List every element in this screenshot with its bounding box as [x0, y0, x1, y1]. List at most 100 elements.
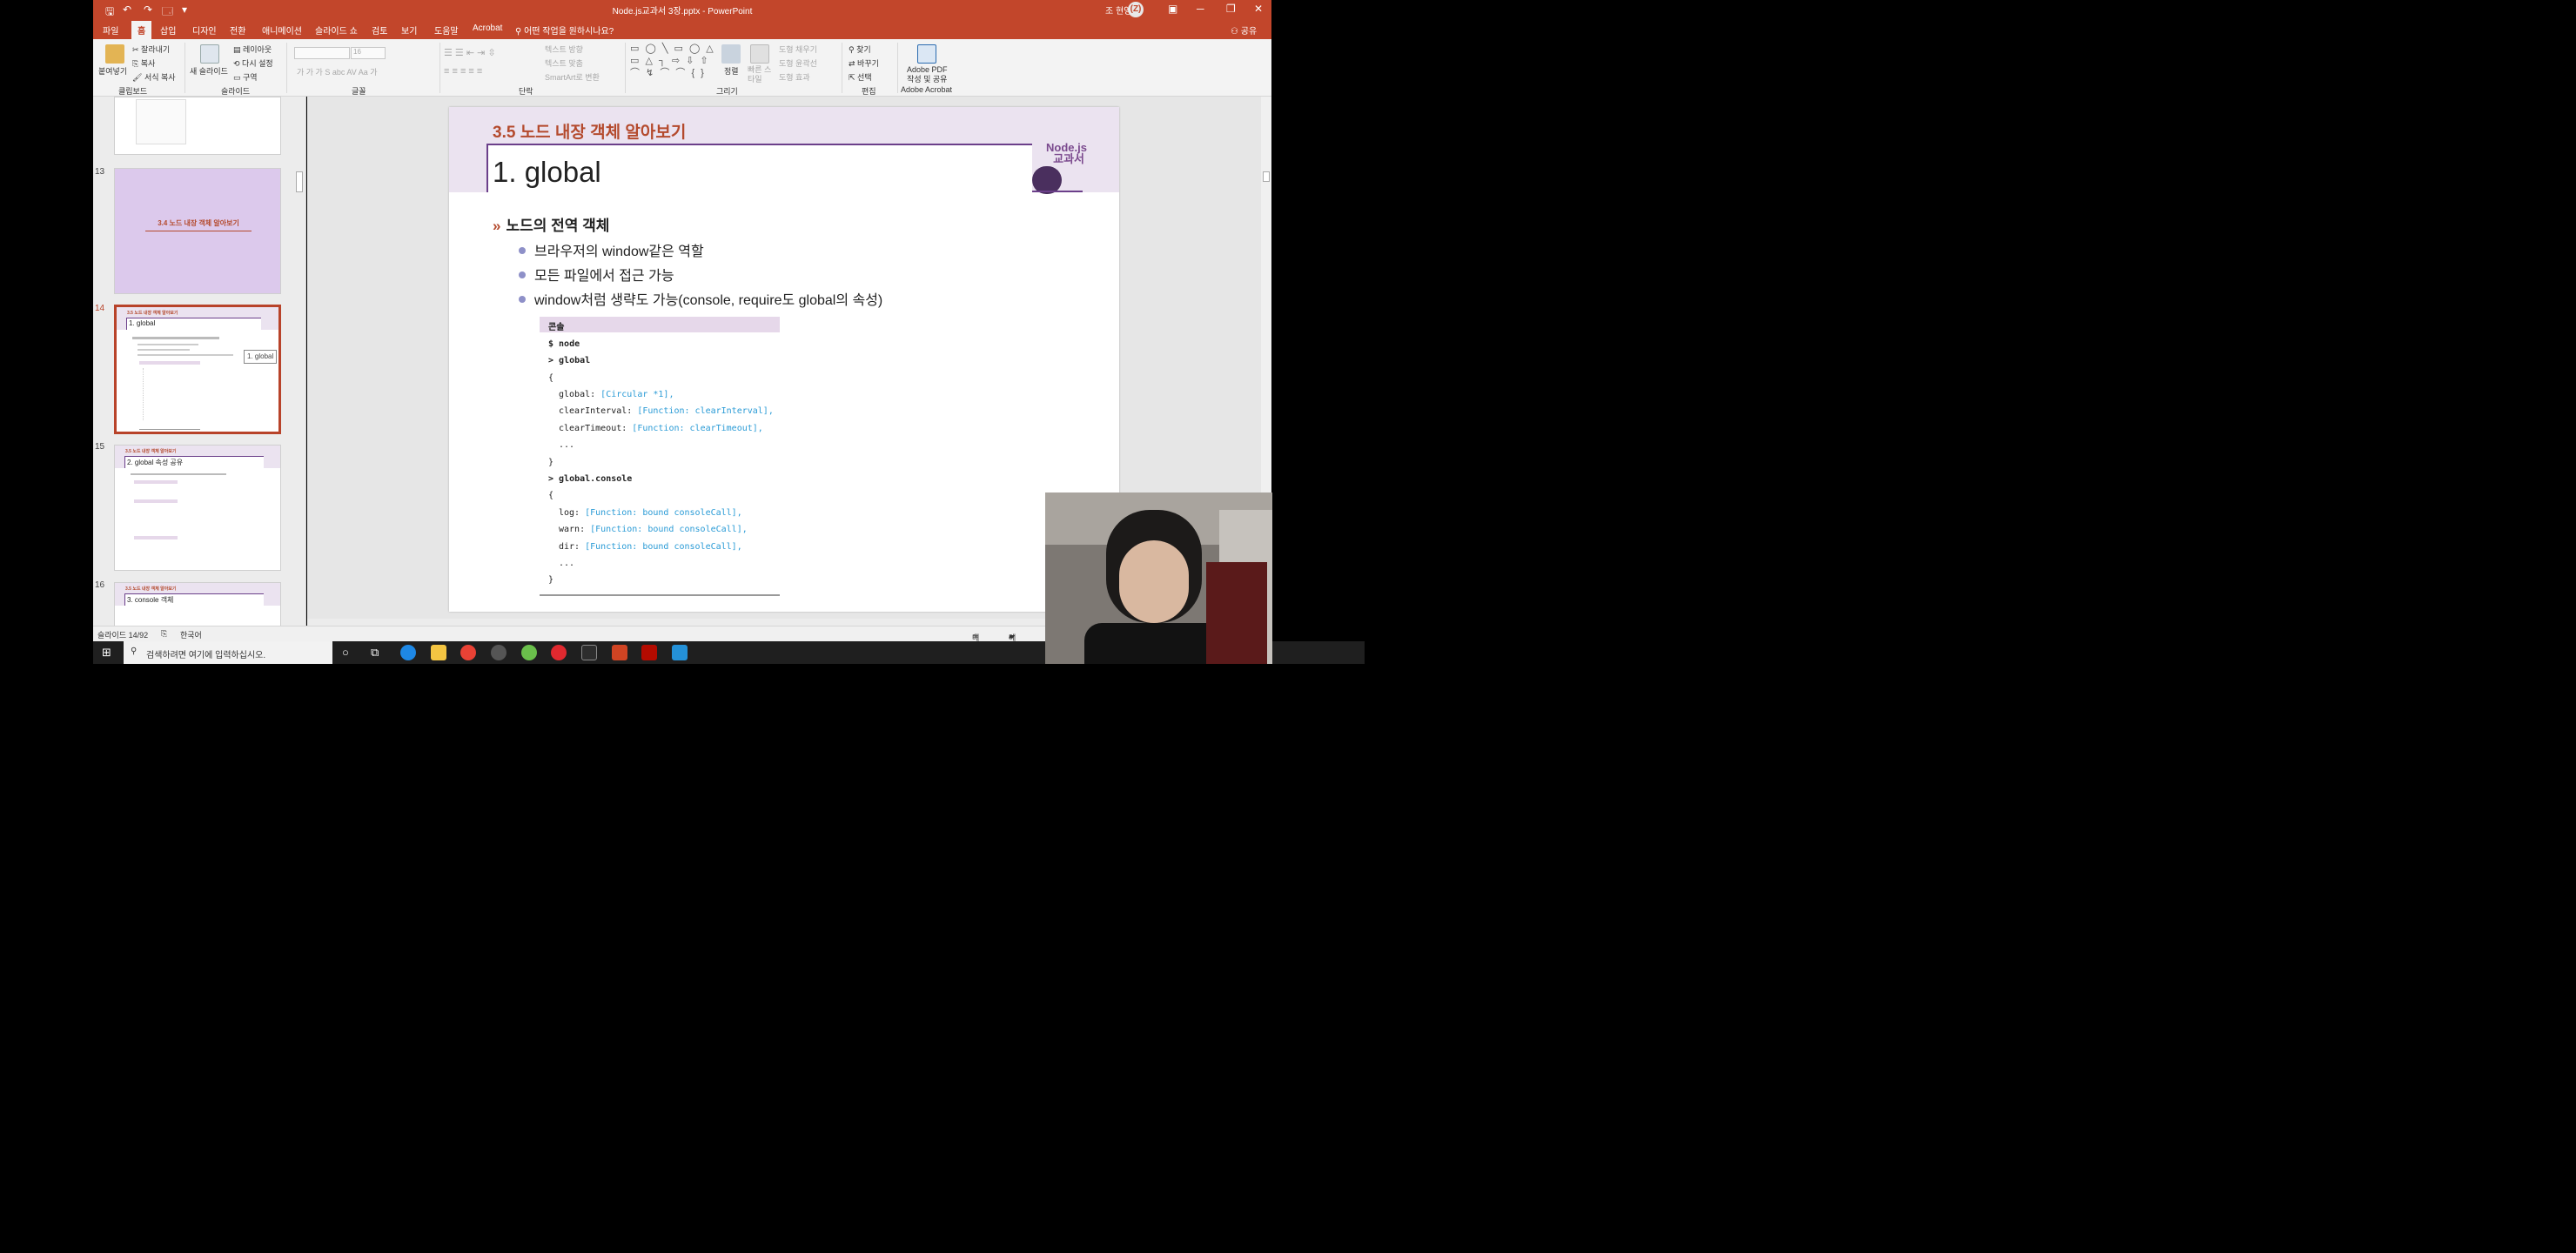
find-button[interactable]: ⚲ 찾기	[849, 44, 871, 55]
thumbnail-console-body	[143, 368, 186, 420]
taskbar-search-box[interactable]: ⚲ 검색하려면 여기에 입력하십시오.	[124, 641, 332, 664]
slide-canvas[interactable]: 3.5 노드 내장 객체 알아보기 1. global Node.js 교과서 …	[449, 107, 1119, 612]
code-line: warn: [Function: bound consoleCall],	[559, 525, 748, 534]
tab-file[interactable]: 파일	[103, 23, 118, 37]
quick-styles-button[interactable]: 빠른 스타일	[748, 65, 772, 84]
arrange-icon[interactable]	[721, 44, 741, 64]
slide-thumbnail-13[interactable]: 3.4 노드 내장 객체 알아보기	[114, 168, 281, 294]
format-painter-button[interactable]: 🖌 서식 복사	[132, 71, 176, 83]
align-buttons[interactable]: ≡ ≡ ≡ ≡ ≡	[444, 66, 482, 77]
bullet-item[interactable]: window처럼 생략도 가능(console, require도 global…	[519, 288, 882, 309]
thumbnail-section: 3.5 노드 내장 객체 알아보기	[125, 449, 177, 454]
align-text-button[interactable]: 텍스트 맞춤	[545, 57, 583, 69]
webcam-chair	[1206, 562, 1267, 664]
select-button[interactable]: ⇱ 선택	[849, 71, 872, 83]
bullet-dot-icon	[519, 296, 526, 303]
cut-button[interactable]: ✂ 잘라내기	[132, 44, 170, 55]
group-label-paragraph: 단락	[519, 87, 533, 96]
code-line: ...	[559, 440, 575, 450]
tab-design[interactable]: 디자인	[192, 23, 217, 37]
language-indicator[interactable]: 한국어	[180, 629, 202, 640]
shape-effects-button[interactable]: 도형 효과	[779, 71, 810, 83]
code-line: dir: [Function: bound consoleCall],	[559, 542, 742, 552]
thumbnail-title: 2. global 속성 공유	[127, 459, 184, 466]
console-code-block[interactable]: $ node > global { global: [Circular *1],…	[540, 332, 780, 596]
tab-animations[interactable]: 애니메이션	[262, 23, 302, 37]
new-slide-button[interactable]: 새 슬라이드	[190, 65, 228, 77]
avatar[interactable]: (Z)	[1128, 2, 1144, 17]
slide-number: 14	[95, 304, 105, 313]
font-family-combo[interactable]	[294, 47, 350, 59]
task-view-icon[interactable]: ⧉	[371, 646, 379, 660]
slide-thumbnail-15[interactable]: 3.5 노드 내장 객체 알아보기 2. global 속성 공유	[114, 445, 281, 571]
thumbnail-text-line	[138, 354, 233, 356]
edge-icon[interactable]	[400, 645, 416, 660]
app-icon[interactable]	[521, 645, 537, 660]
cursor-icon: ⇱	[849, 73, 858, 82]
replace-button[interactable]: ⇄ 바꾸기	[849, 57, 879, 69]
tab-help[interactable]: 도움말	[434, 23, 459, 37]
tab-home[interactable]: 홈	[131, 21, 152, 39]
webstorm-icon[interactable]	[581, 645, 597, 660]
scrollbar-thumb[interactable]	[1263, 171, 1270, 182]
slide-counter: 슬라이드 14/92	[97, 631, 149, 640]
restore-button[interactable]: ❐	[1226, 3, 1236, 15]
vscode-icon[interactable]	[672, 645, 688, 660]
slide-title[interactable]: 1. global	[493, 156, 601, 189]
obs-icon[interactable]	[491, 645, 506, 660]
shapes-gallery[interactable]: ▭ ◯ ╲ ▭ ◯ △ ▭ △ ┐ ⇨ ⇩ ⇧ ⌒ ↯ ⌒ ⌒ { }	[630, 43, 717, 83]
file-explorer-icon[interactable]	[431, 645, 446, 660]
text-direction-button[interactable]: 텍스트 방향	[545, 44, 583, 55]
copy-button[interactable]: ⎘ 복사	[132, 57, 155, 69]
windows-start-icon[interactable]: ⊞	[102, 646, 111, 660]
scrollbar-thumb[interactable]	[296, 171, 303, 192]
tell-me-search[interactable]: ⚲ 어떤 작업을 원하시나요?	[515, 23, 614, 37]
acrobat-icon[interactable]	[641, 645, 657, 660]
layout-button[interactable]: ▤ 레이아웃	[233, 44, 272, 55]
paste-button[interactable]: 붙여넣기	[98, 65, 127, 77]
powerpoint-icon[interactable]	[612, 645, 627, 660]
quick-styles-icon[interactable]	[750, 44, 769, 64]
tab-transitions[interactable]: 전환	[230, 23, 245, 37]
bullet-item[interactable]: 모든 파일에서 접근 가능	[519, 264, 674, 285]
thumbnail-text-line	[138, 344, 198, 345]
adobe-pdf-icon[interactable]	[917, 44, 936, 64]
reset-button[interactable]: ⟲ 다시 설정	[233, 57, 273, 69]
paste-icon[interactable]	[105, 44, 124, 64]
shape-outline-button[interactable]: 도형 윤곽선	[779, 57, 817, 69]
slide-heading[interactable]: » 노드의 전역 객체	[493, 213, 609, 235]
cortana-icon[interactable]: ○	[342, 646, 349, 659]
share-button[interactable]: ⚇ 공유	[1231, 23, 1257, 37]
copy-icon: ⎘	[132, 59, 141, 68]
section-button[interactable]: ▭ 구역	[233, 71, 258, 83]
arrange-button[interactable]: 정렬	[724, 65, 739, 77]
bullet-item[interactable]: 브라우저의 window같은 역할	[519, 239, 704, 260]
code-line: > global.console	[548, 474, 633, 484]
slide-thumbnail-14[interactable]: 3.5 노드 내장 객체 알아보기 1. global	[114, 305, 281, 434]
slide-thumbnail-16[interactable]: 3.5 노드 내장 객체 알아보기 3. console 객체	[114, 582, 281, 626]
create-pdf-button[interactable]: Adobe PDF 작성 및 공유	[907, 65, 948, 84]
minimize-button[interactable]: ─	[1197, 3, 1204, 15]
font-format-buttons[interactable]: 가 가 가 S abc AV Aa 가	[297, 66, 378, 77]
code-line: global: [Circular *1],	[559, 390, 674, 399]
convert-smartart-button[interactable]: SmartArt로 변환	[545, 71, 600, 83]
screen: 🖫 ↶ ↷ 🗔 ▾ Node.js교과서 3장.pptx - PowerPoin…	[0, 0, 1365, 664]
group-label-slides: 슬라이드	[221, 87, 251, 96]
close-button[interactable]: ✕	[1254, 3, 1263, 15]
shape-fill-button[interactable]: 도형 채우기	[779, 44, 817, 55]
spellcheck-icon[interactable]: ⎘	[161, 629, 167, 639]
list-buttons[interactable]: ☰ ☰ ⇤ ⇥ ⇳	[444, 47, 496, 58]
tab-acrobat[interactable]: Acrobat	[473, 23, 502, 33]
display-options-icon[interactable]: ▣	[1168, 3, 1177, 15]
tab-insert[interactable]: 삽입	[160, 23, 176, 37]
tab-slideshow[interactable]: 슬라이드 쇼	[315, 23, 358, 37]
opera-icon[interactable]	[551, 645, 567, 660]
slide-thumbnail-12[interactable]	[114, 97, 281, 155]
chrome-icon[interactable]	[460, 645, 476, 660]
new-slide-icon[interactable]	[200, 44, 219, 64]
tab-review[interactable]: 검토	[372, 23, 387, 37]
font-size-combo[interactable]: 16	[351, 47, 386, 59]
editor-scrollbar[interactable]	[1261, 97, 1271, 492]
tab-view[interactable]: 보기	[401, 23, 417, 37]
thumbnail-scrollbar[interactable]	[293, 97, 305, 626]
